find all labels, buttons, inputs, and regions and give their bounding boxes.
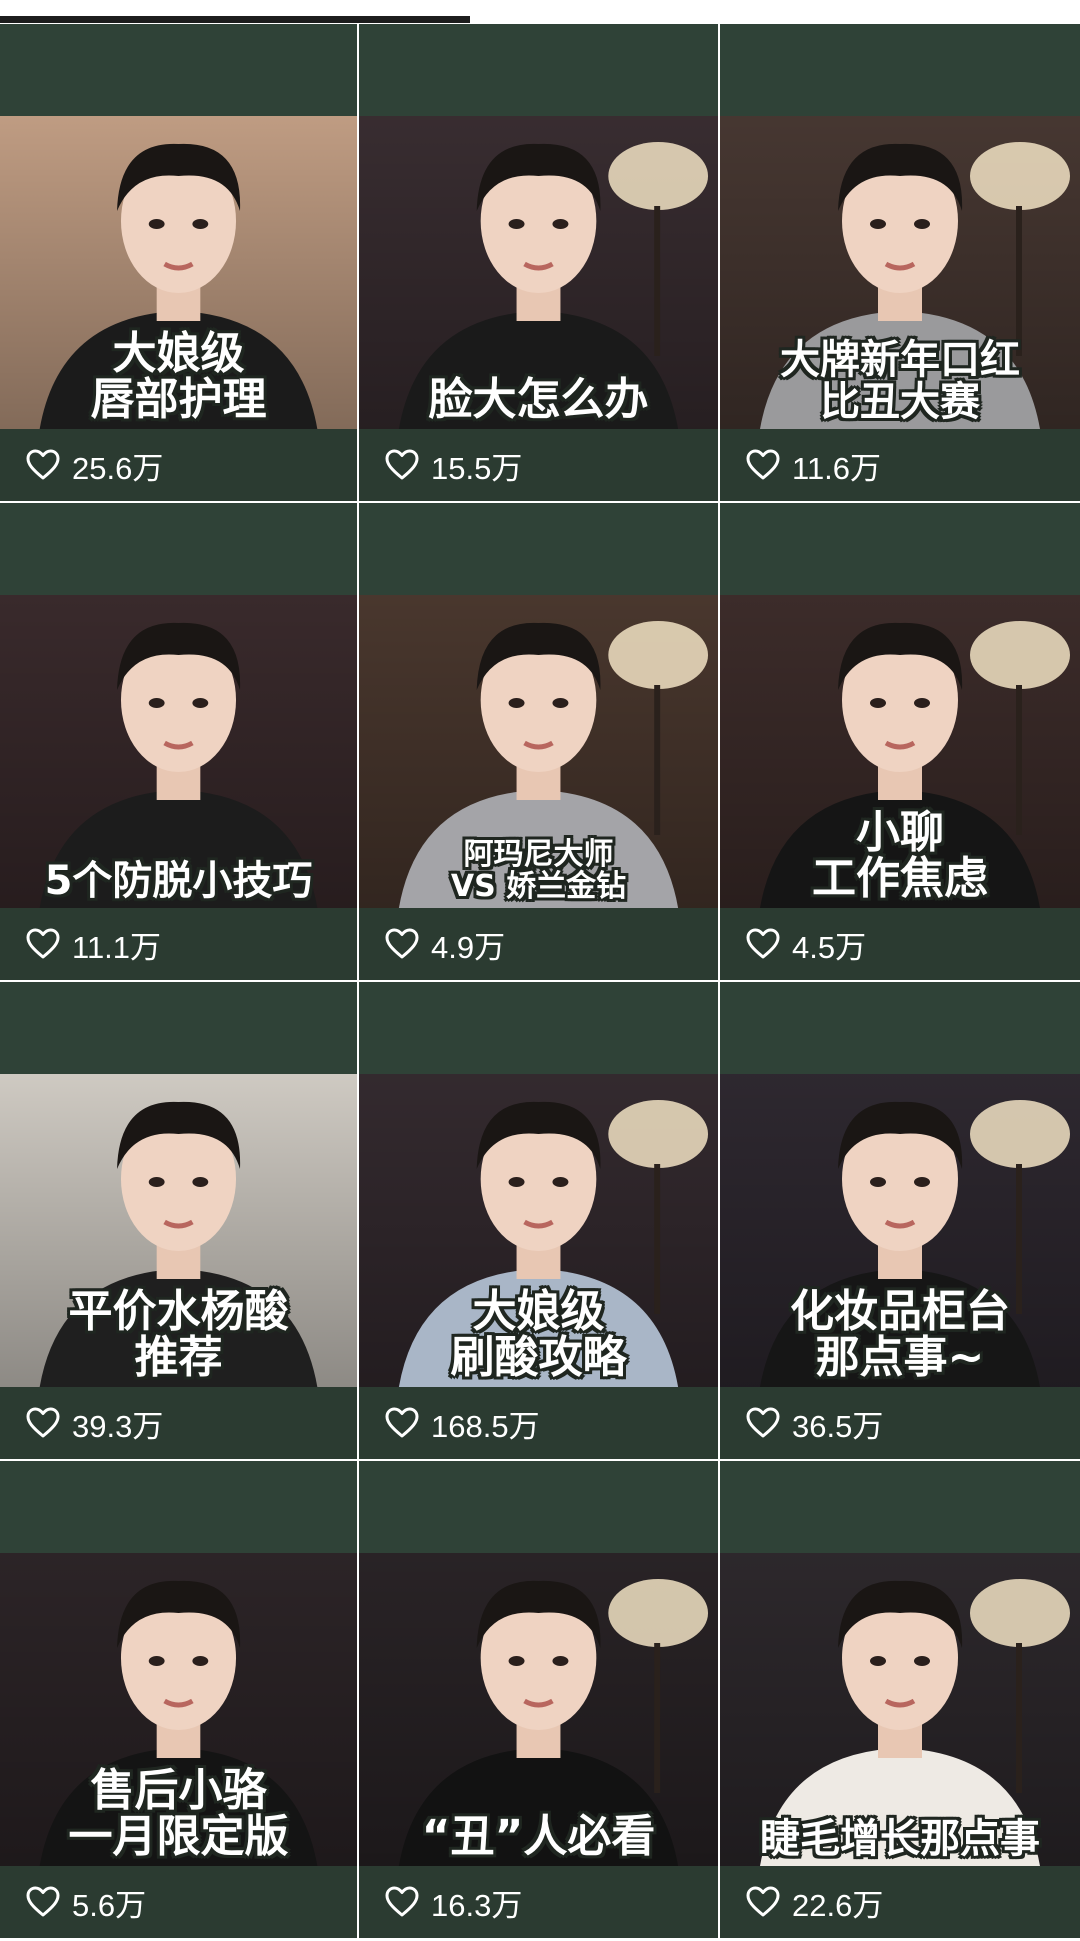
video-caption: 阿玛尼大师 VS 娇兰金钻: [359, 839, 718, 902]
video-caption: 脸大怎么办: [359, 373, 718, 425]
video-caption: 售后小骆 一月限定版: [0, 1764, 357, 1862]
like-count: 4.9万: [431, 929, 506, 965]
caption-line-2: 那点事~: [815, 1331, 985, 1383]
heart-outline-icon[interactable]: [385, 449, 419, 481]
video-caption: 化妆品柜台 那点事~: [720, 1285, 1080, 1383]
like-count: 5.6万: [72, 1887, 147, 1923]
caption-line-1: 大娘级: [472, 1285, 605, 1337]
video-card[interactable]: 小聊 工作焦虑 4.5万: [720, 503, 1080, 982]
like-count: 39.3万: [72, 1408, 164, 1444]
video-caption: 小聊 工作焦虑: [720, 806, 1080, 904]
caption-line-2: 比丑大赛: [820, 379, 980, 425]
like-bar: 25.6万: [0, 429, 357, 501]
card-top-band: [720, 982, 1080, 1074]
video-caption: 平价水杨酸 推荐: [0, 1285, 357, 1383]
caption-line-2: 唇部护理: [90, 373, 267, 425]
video-card[interactable]: 阿玛尼大师 VS 娇兰金钻 4.9万: [359, 503, 718, 982]
caption-line-2: 一月限定版: [68, 1810, 289, 1862]
like-count: 36.5万: [792, 1408, 884, 1444]
like-count: 25.6万: [72, 450, 164, 486]
like-count: 11.1万: [72, 929, 162, 965]
video-card[interactable]: 售后小骆 一月限定版 5.6万: [0, 1461, 357, 1940]
video-caption: “丑”人必看: [359, 1810, 718, 1862]
caption-line-1: 售后小骆: [90, 1764, 267, 1816]
caption-line-2: 推荐: [134, 1331, 223, 1383]
card-top-band: [0, 982, 357, 1074]
video-card[interactable]: “丑”人必看 16.3万: [359, 1461, 718, 1940]
video-card[interactable]: 化妆品柜台 那点事~ 36.5万: [720, 982, 1080, 1461]
like-bar: 39.3万: [0, 1387, 357, 1459]
caption-line-2: “丑”人必看: [421, 1810, 656, 1862]
playback-progress-bar[interactable]: [0, 0, 1080, 24]
video-card[interactable]: 脸大怎么办 15.5万: [359, 24, 718, 503]
like-bar: 16.3万: [359, 1866, 718, 1938]
caption-line-1: 阿玛尼大师: [463, 837, 614, 872]
playback-progress-fill: [0, 16, 470, 23]
video-card[interactable]: 大娘级 刷酸攻略 168.5万: [359, 982, 718, 1461]
video-card[interactable]: 大牌新年口红 比丑大赛 11.6万: [720, 24, 1080, 503]
like-count: 168.5万: [431, 1408, 540, 1444]
like-bar: 4.9万: [359, 908, 718, 980]
video-card[interactable]: 平价水杨酸 推荐 39.3万: [0, 982, 357, 1461]
card-top-band: [0, 503, 357, 595]
like-count: 15.5万: [431, 450, 523, 486]
video-caption: 5个防脱小技巧: [0, 860, 357, 902]
caption-line-1: 小聊: [856, 806, 944, 858]
heart-outline-icon[interactable]: [385, 928, 419, 960]
caption-line-2: 脸大怎么办: [428, 373, 649, 425]
like-bar: 36.5万: [720, 1387, 1080, 1459]
caption-line-2: 5个防脱小技巧: [44, 858, 313, 904]
card-top-band: [359, 982, 718, 1074]
caption-line-1: 大娘级: [112, 327, 245, 379]
card-top-band: [359, 1461, 718, 1553]
like-bar: 22.6万: [720, 1866, 1080, 1938]
video-caption: 大牌新年口红 比丑大赛: [720, 339, 1080, 423]
like-bar: 5.6万: [0, 1866, 357, 1938]
video-caption: 大娘级 唇部护理: [0, 327, 357, 425]
like-count: 4.5万: [792, 929, 867, 965]
heart-outline-icon[interactable]: [26, 928, 60, 960]
caption-line-2: 睫毛增长那点事: [760, 1816, 1040, 1862]
like-bar: 11.6万: [720, 429, 1080, 501]
caption-line-2: 刷酸攻略: [450, 1331, 627, 1383]
card-top-band: [720, 24, 1080, 116]
caption-line-2: VS 娇兰金钻: [450, 868, 627, 904]
like-bar: 15.5万: [359, 429, 718, 501]
like-count: 22.6万: [792, 1887, 884, 1923]
like-bar: 4.5万: [720, 908, 1080, 980]
card-top-band: [720, 1461, 1080, 1553]
video-caption: 睫毛增长那点事: [720, 1818, 1080, 1860]
card-top-band: [359, 24, 718, 116]
heart-outline-icon[interactable]: [26, 449, 60, 481]
card-top-band: [720, 503, 1080, 595]
card-top-band: [0, 24, 357, 116]
like-bar: 168.5万: [359, 1387, 718, 1459]
caption-line-1: 化妆品柜台: [790, 1285, 1010, 1337]
video-card[interactable]: 睫毛增长那点事 22.6万: [720, 1461, 1080, 1940]
heart-outline-icon[interactable]: [385, 1886, 419, 1918]
like-count: 16.3万: [431, 1887, 523, 1923]
video-card[interactable]: 5个防脱小技巧 11.1万: [0, 503, 357, 982]
heart-outline-icon[interactable]: [385, 1407, 419, 1439]
like-count: 11.6万: [792, 450, 882, 486]
caption-line-2: 工作焦虑: [812, 852, 988, 904]
caption-line-1: 平价水杨酸: [68, 1285, 289, 1337]
heart-outline-icon[interactable]: [746, 1407, 780, 1439]
heart-outline-icon[interactable]: [746, 1886, 780, 1918]
video-caption: 大娘级 刷酸攻略: [359, 1285, 718, 1383]
video-card[interactable]: 大娘级 唇部护理 25.6万: [0, 24, 357, 503]
heart-outline-icon[interactable]: [26, 1886, 60, 1918]
heart-outline-icon[interactable]: [746, 928, 780, 960]
card-top-band: [359, 503, 718, 595]
card-top-band: [0, 1461, 357, 1553]
heart-outline-icon[interactable]: [746, 449, 780, 481]
like-bar: 11.1万: [0, 908, 357, 980]
caption-line-1: 大牌新年口红: [780, 337, 1020, 383]
heart-outline-icon[interactable]: [26, 1407, 60, 1439]
video-grid: 大娘级 唇部护理 25.6万 脸大怎么办 15.5万 大牌新年口红 比丑大赛 1…: [0, 24, 1080, 1941]
